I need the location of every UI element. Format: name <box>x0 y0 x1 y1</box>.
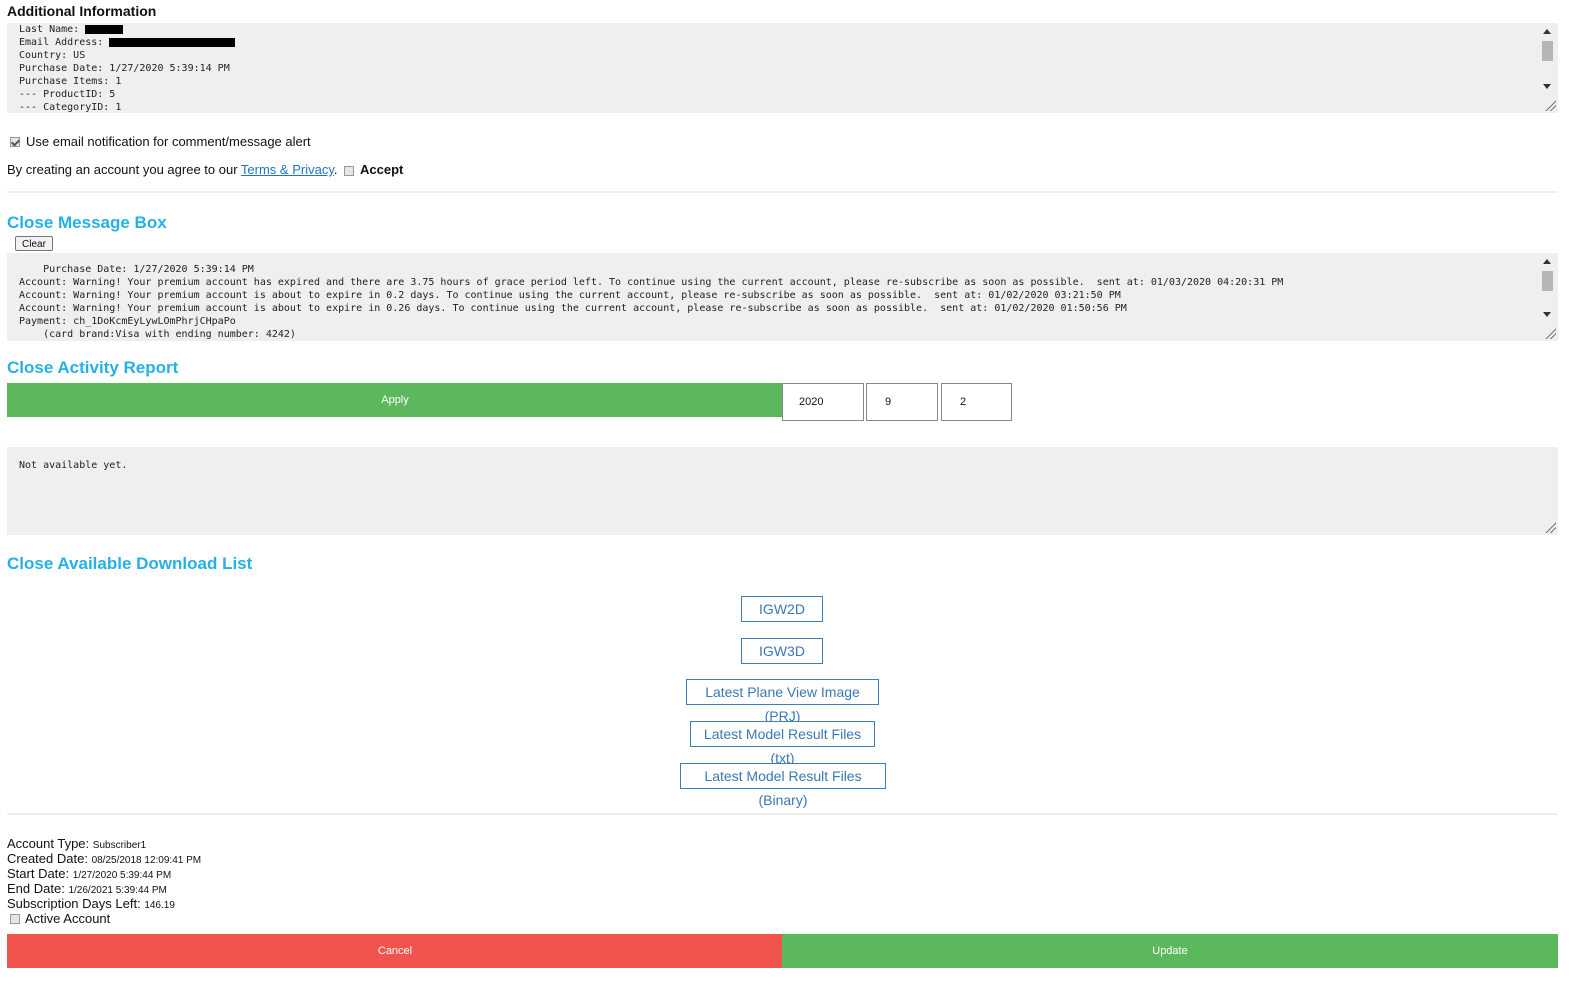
email-notify-checkbox[interactable] <box>10 137 20 147</box>
activity-report-textarea[interactable]: Not available yet. <box>7 447 1558 535</box>
download-igw2d-button[interactable]: IGW2D <box>741 596 823 622</box>
end-date-value: 1/26/2021 5:39:44 PM <box>68 885 167 896</box>
month-input[interactable]: 9 <box>866 383 938 421</box>
additional-info-textarea[interactable]: Last Name: Email Address: Country: US Pu… <box>7 23 1558 113</box>
scroll-down-icon[interactable] <box>1543 84 1551 89</box>
apply-button[interactable]: Apply <box>7 383 783 417</box>
accept-checkbox[interactable] <box>344 166 354 176</box>
terms-privacy-link[interactable]: Terms & Privacy <box>241 162 334 177</box>
scroll-down-icon[interactable] <box>1543 312 1551 317</box>
close-download-list-link[interactable]: Close Available Download List <box>7 554 252 574</box>
email-notify-label: Use email notification for comment/messa… <box>26 134 311 149</box>
message-box-content: Purchase Date: 1/27/2020 5:39:14 PM Acco… <box>19 264 1284 340</box>
start-date-value: 1/27/2020 5:39:44 PM <box>72 870 172 881</box>
additional-info-title: Additional Information <box>7 3 157 19</box>
divider <box>7 191 1558 193</box>
resize-handle-icon[interactable] <box>1544 99 1556 111</box>
divider <box>7 813 1558 815</box>
scroll-up-icon[interactable] <box>1543 29 1551 34</box>
download-plane-view-button[interactable]: Latest Plane View Image (PRJ) <box>686 679 879 724</box>
resize-handle-icon[interactable] <box>1544 327 1556 339</box>
additional-info-lastname-line: Last Name: <box>19 23 124 36</box>
account-type-value: Subscriber1 <box>92 840 147 851</box>
redacted-block <box>85 24 124 34</box>
created-date-value: 08/25/2018 12:09:41 PM <box>91 855 202 866</box>
days-left-value: 146.19 <box>144 900 175 911</box>
additional-info-rest: Country: US Purchase Date: 1/27/2020 5:3… <box>19 50 230 113</box>
active-account-checkbox[interactable] <box>10 914 20 924</box>
terms-text: By creating an account you agree to our … <box>7 162 338 177</box>
resize-handle-icon[interactable] <box>1544 521 1556 533</box>
redacted-block <box>109 37 236 47</box>
cancel-button[interactable]: Cancel <box>7 934 783 968</box>
day-input[interactable]: 2 <box>941 383 1012 421</box>
year-input[interactable]: 2020 <box>782 383 864 421</box>
update-button[interactable]: Update <box>782 934 1558 968</box>
scroll-thumb[interactable] <box>1542 271 1553 291</box>
scroll-up-icon[interactable] <box>1543 259 1551 264</box>
close-message-box-link[interactable]: Close Message Box <box>7 213 167 233</box>
activity-report-content: Not available yet. <box>19 460 128 471</box>
close-activity-report-link[interactable]: Close Activity Report <box>7 358 178 378</box>
download-result-txt-button[interactable]: Latest Model Result Files (txt) <box>690 721 875 766</box>
clear-button[interactable]: Clear <box>15 236 53 251</box>
active-account-label: Active Account <box>25 911 111 926</box>
accept-label: Accept <box>360 162 404 177</box>
download-igw3d-button[interactable]: IGW3D <box>741 638 823 664</box>
additional-info-email-line: Email Address: <box>19 36 236 49</box>
scroll-thumb[interactable] <box>1542 41 1553 61</box>
download-result-binary-button[interactable]: Latest Model Result Files (Binary) <box>680 763 886 808</box>
message-box-textarea[interactable]: Purchase Date: 1/27/2020 5:39:14 PM Acco… <box>7 253 1558 341</box>
